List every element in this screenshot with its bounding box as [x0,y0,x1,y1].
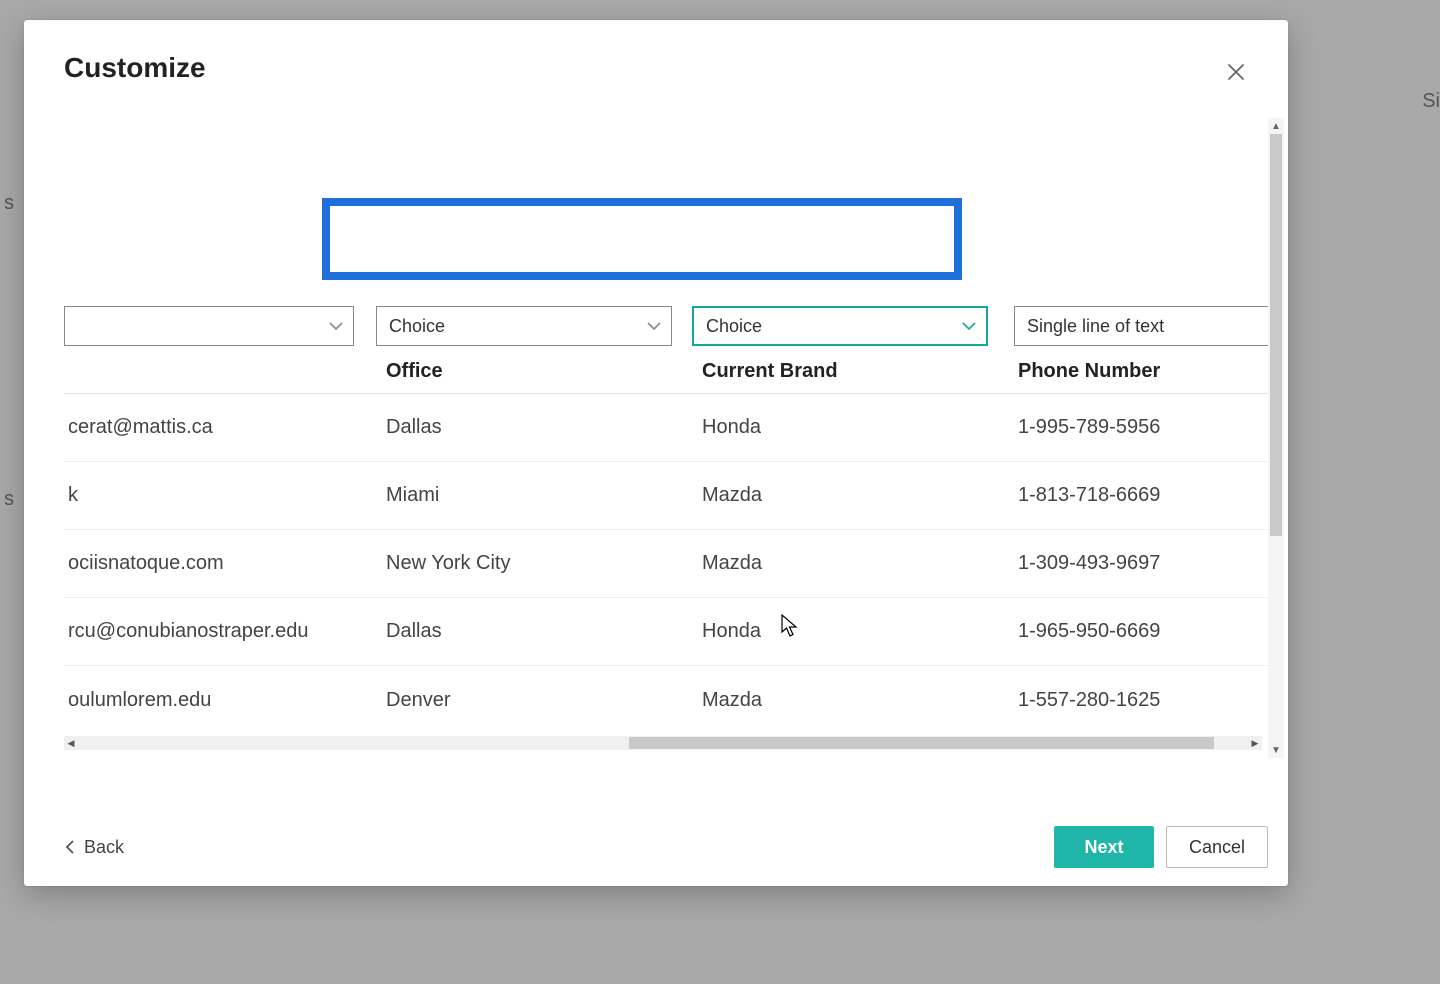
chevron-down-icon [329,318,343,334]
cell-brand: Mazda [692,484,1008,507]
cell-office: New York City [376,552,692,575]
dropdown-value: Choice [706,316,762,337]
cell-brand: Honda [692,416,1008,439]
type-dropdown-phone[interactable]: Single line of text [1014,306,1270,346]
table-row: ociisnatoque.com New York City Mazda 1-3… [64,530,1270,598]
back-button[interactable]: Back [64,837,124,858]
vertical-scrollbar[interactable]: ▲ ▼ [1268,118,1284,758]
customize-modal: Customize Choice Choice [24,20,1288,886]
scrollbar-thumb[interactable] [629,737,1214,749]
background-text: s [4,488,14,511]
scroll-up-arrow-icon[interactable]: ▲ [1268,118,1284,134]
cell-email: cerat@mattis.ca [64,416,376,439]
cell-office: Dallas [376,620,692,643]
table-row: oulumlorem.edu Denver Mazda 1-557-280-16… [64,666,1270,734]
cell-email: ociisnatoque.com [64,552,376,575]
type-dropdown-col0[interactable] [64,306,354,346]
cell-email: oulumlorem.edu [64,689,376,712]
cell-phone: 1-995-789-5956 [1008,416,1270,439]
scroll-left-arrow-icon[interactable]: ◀ [64,736,78,750]
dropdown-value: Single line of text [1027,316,1164,337]
chevron-down-icon [647,318,661,334]
cell-phone: 1-309-493-9697 [1008,552,1270,575]
modal-title: Customize [64,52,206,84]
content-area: Choice Choice Single line of text Office… [64,118,1270,766]
cancel-button[interactable]: Cancel [1166,826,1268,868]
horizontal-scrollbar[interactable]: ◀ ▶ [64,736,1262,750]
cell-office: Dallas [376,416,692,439]
chevron-left-icon [64,839,76,855]
next-button[interactable]: Next [1054,826,1154,868]
close-button[interactable] [1224,60,1248,84]
table-header-row: Office Current Brand Phone Number [64,360,1270,394]
background-text: Si [1422,90,1440,113]
cell-office: Denver [376,689,692,712]
back-label: Back [84,837,124,858]
cell-phone: 1-557-280-1625 [1008,689,1270,712]
cell-office: Miami [376,484,692,507]
scroll-right-arrow-icon[interactable]: ▶ [1248,736,1262,750]
cell-phone: 1-965-950-6669 [1008,620,1270,643]
column-header-phone: Phone Number [1008,360,1270,383]
cell-brand: Honda [692,620,1008,643]
cell-brand: Mazda [692,689,1008,712]
modal-footer: Back Next Cancel [64,808,1268,868]
modal-header: Customize [24,20,1288,94]
column-type-row: Choice Choice Single line of text [64,306,1270,346]
column-header-brand: Current Brand [692,360,1008,383]
dropdown-value: Choice [389,316,445,337]
background-text: s [4,192,14,215]
cell-email: k [64,484,376,507]
cell-email: rcu@conubianostraper.edu [64,620,376,643]
column-header-email [64,360,376,383]
chevron-down-icon [962,318,976,334]
table-row: cerat@mattis.ca Dallas Honda 1-995-789-5… [64,394,1270,462]
table-row: rcu@conubianostraper.edu Dallas Honda 1-… [64,598,1270,666]
type-dropdown-brand[interactable]: Choice [692,306,988,346]
column-header-office: Office [376,360,692,383]
scrollbar-thumb[interactable] [1270,134,1282,536]
cell-brand: Mazda [692,552,1008,575]
table-row: k Miami Mazda 1-813-718-6669 [64,462,1270,530]
close-icon [1227,63,1245,81]
cell-phone: 1-813-718-6669 [1008,484,1270,507]
scroll-down-arrow-icon[interactable]: ▼ [1268,742,1284,758]
type-dropdown-office[interactable]: Choice [376,306,672,346]
